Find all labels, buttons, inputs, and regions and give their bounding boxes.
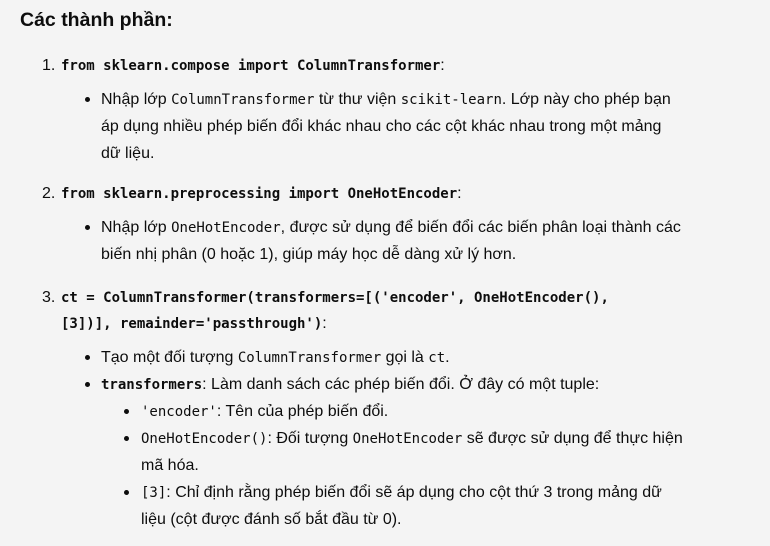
document: Các thành phần: 1. from sklearn.compose … <box>0 0 770 546</box>
bullet-dot <box>85 225 90 230</box>
colon: : <box>457 185 462 202</box>
list-item-3-title-line-2: [3])], remainder='passthrough'): <box>61 310 327 338</box>
text: Nhập lớp <box>101 219 172 236</box>
item-3-bullet-1: Tạo một đối tượng ColumnTransformer gọi … <box>101 344 450 372</box>
text: : Chỉ định rằng phép biến đổi sẽ áp dụng… <box>166 484 662 501</box>
inline-code: 'encoder' <box>141 404 217 420</box>
list-number-1: 1. <box>42 57 56 74</box>
code-ct-line-1: ct = ColumnTransformer(transformers=[('e… <box>61 290 609 306</box>
item-3-bullet-2: transformers: Làm danh sách các phép biế… <box>101 371 599 399</box>
list-number-3: 3. <box>42 289 56 306</box>
code-import-onehotencoder: from sklearn.preprocessing import OneHot… <box>61 186 458 202</box>
inline-code: ColumnTransformer <box>237 350 382 366</box>
inline-code: OneHotEncoder() <box>141 431 268 447</box>
bullet-dot <box>124 490 129 495</box>
bullet-dot <box>85 355 90 360</box>
sub-bullet-column-line-1: [3]: Chỉ định rằng phép biến đổi sẽ áp d… <box>141 479 662 507</box>
colon: : <box>440 57 445 74</box>
item-1-desc-line-3: dữ liệu. <box>101 145 155 162</box>
item-1-desc-line-1: Nhập lớp ColumnTransformer từ thư viện s… <box>101 86 671 114</box>
bullet-dot <box>124 436 129 441</box>
sub-bullet-encoder: 'encoder': Tên của phép biến đổi. <box>141 398 388 426</box>
sub-bullet-onehotencoder-line-1: OneHotEncoder(): Đối tượng OneHotEncoder… <box>141 425 683 453</box>
text: sẽ được sử dụng để thực hiện <box>462 430 683 447</box>
section-heading: Các thành phần: <box>20 9 173 31</box>
text: từ thư viện <box>314 91 401 108</box>
code-ct-line-2: [3])], remainder='passthrough') <box>61 316 323 332</box>
inline-code: OneHotEncoder <box>352 431 463 447</box>
text: : Làm danh sách các phép biến đổi. Ở đây… <box>202 376 600 393</box>
list-item-3-title-line-1: ct = ColumnTransformer(transformers=[('e… <box>61 284 609 312</box>
inline-code: OneHotEncoder <box>171 220 281 236</box>
inline-code: ct <box>428 350 446 366</box>
item-1-desc-line-2: áp dụng nhiều phép biến đổi khác nhau ch… <box>101 118 662 135</box>
text: gọi là <box>381 349 429 366</box>
text: Nhập lớp <box>101 91 172 108</box>
item-2-desc-line-2: biến nhị phân (0 hoặc 1), giúp máy học d… <box>101 246 517 263</box>
sub-bullet-onehotencoder-line-2: mã hóa. <box>141 457 199 474</box>
text: . Lớp này cho phép bạn <box>501 91 671 108</box>
list-item-2-title: from sklearn.preprocessing import OneHot… <box>61 180 462 208</box>
text: : Đối tượng <box>267 430 353 447</box>
text: , được sử dụng để biến đổi các biến phân… <box>280 219 681 236</box>
text: . <box>445 349 450 366</box>
text: Tạo một đối tượng <box>101 349 238 366</box>
bullet-dot <box>85 97 90 102</box>
inline-code: ColumnTransformer <box>171 92 315 108</box>
sub-bullet-column-line-2: liệu (cột được đánh số bắt đầu từ 0). <box>141 511 402 528</box>
list-number-2: 2. <box>42 185 56 202</box>
code-import-columntransformer: from sklearn.compose import ColumnTransf… <box>61 58 441 74</box>
item-2-desc-line-1: Nhập lớp OneHotEncoder, được sử dụng để … <box>101 214 681 242</box>
inline-code: scikit-learn <box>400 92 502 108</box>
inline-code: transformers <box>101 377 203 393</box>
list-item-1-title: from sklearn.compose import ColumnTransf… <box>61 52 445 80</box>
bullet-dot <box>124 409 129 414</box>
text: : Tên của phép biến đổi. <box>216 403 389 420</box>
inline-code: [3] <box>141 485 167 501</box>
bullet-dot <box>85 382 90 387</box>
colon: : <box>322 315 327 332</box>
